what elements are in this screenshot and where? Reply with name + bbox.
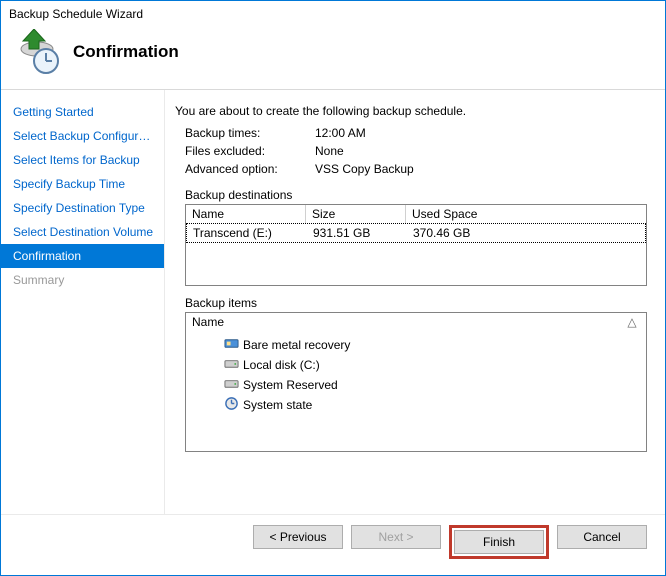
window-title: Backup Schedule Wizard — [1, 1, 665, 27]
value-files-excluded: None — [315, 144, 344, 158]
wizard-steps-sidebar: Getting Started Select Backup Configurat… — [1, 90, 165, 514]
step-destination-type[interactable]: Specify Destination Type — [1, 196, 164, 220]
dest-col-size[interactable]: Size — [306, 205, 406, 223]
finish-button[interactable]: Finish — [454, 530, 544, 554]
items-label: Backup items — [185, 296, 647, 310]
item-label: System Reserved — [243, 378, 338, 392]
label-backup-times: Backup times: — [185, 126, 315, 140]
finish-highlight: Finish — [449, 525, 549, 559]
disk-icon — [224, 376, 239, 394]
label-advanced-option: Advanced option: — [185, 162, 315, 176]
dest-row-size: 931.51 GB — [307, 224, 407, 242]
wizard-header: Confirmation — [1, 27, 665, 90]
confirmation-intro: You are about to create the following ba… — [175, 104, 647, 118]
step-backup-config[interactable]: Select Backup Configurat... — [1, 124, 164, 148]
bare-metal-icon — [224, 336, 239, 354]
dest-col-used[interactable]: Used Space — [406, 205, 646, 223]
row-advanced-option: Advanced option: VSS Copy Backup — [175, 160, 647, 178]
dest-col-name[interactable]: Name — [186, 205, 306, 223]
value-advanced-option: VSS Copy Backup — [315, 162, 414, 176]
value-backup-times: 12:00 AM — [315, 126, 366, 140]
content-area: You are about to create the following ba… — [165, 90, 665, 514]
item-local-disk[interactable]: Local disk (C:) — [224, 355, 642, 375]
row-files-excluded: Files excluded: None — [175, 142, 647, 160]
dest-row-name: Transcend (E:) — [187, 224, 307, 242]
row-backup-times: Backup times: 12:00 AM — [175, 124, 647, 142]
step-getting-started[interactable]: Getting Started — [1, 100, 164, 124]
item-label: Bare metal recovery — [243, 338, 350, 352]
dest-row[interactable]: Transcend (E:) 931.51 GB 370.46 GB — [187, 224, 645, 242]
item-system-reserved[interactable]: System Reserved — [224, 375, 642, 395]
destinations-grid: Name Size Used Space Transcend (E:) 931.… — [185, 204, 647, 286]
destinations-header-row: Name Size Used Space — [186, 205, 646, 223]
items-list: Bare metal recovery Local disk (C:) Syst… — [186, 331, 646, 419]
dest-row-used: 370.46 GB — [407, 224, 645, 242]
backup-schedule-icon — [15, 29, 61, 75]
items-col-name[interactable]: Name — [186, 313, 618, 331]
next-button: Next > — [351, 525, 441, 549]
page-heading: Confirmation — [73, 42, 179, 62]
item-system-state[interactable]: System state — [224, 395, 642, 415]
sort-indicator-icon[interactable]: △ — [618, 313, 646, 331]
previous-button[interactable]: < Previous — [253, 525, 343, 549]
item-label: System state — [243, 398, 312, 412]
step-destination-volume[interactable]: Select Destination Volume — [1, 220, 164, 244]
destinations-label: Backup destinations — [185, 188, 647, 202]
step-backup-time[interactable]: Specify Backup Time — [1, 172, 164, 196]
item-bare-metal[interactable]: Bare metal recovery — [224, 335, 642, 355]
step-confirmation[interactable]: Confirmation — [1, 244, 164, 268]
item-label: Local disk (C:) — [243, 358, 320, 372]
disk-icon — [224, 356, 239, 374]
step-select-items[interactable]: Select Items for Backup — [1, 148, 164, 172]
system-state-icon — [224, 396, 239, 414]
cancel-button[interactable]: Cancel — [557, 525, 647, 549]
step-summary: Summary — [1, 268, 164, 292]
label-files-excluded: Files excluded: — [185, 144, 315, 158]
items-grid: Name △ Bare metal recovery Local disk (C… — [185, 312, 647, 452]
items-header-row: Name △ — [186, 313, 646, 331]
wizard-footer: < Previous Next > Finish Cancel — [1, 514, 665, 575]
